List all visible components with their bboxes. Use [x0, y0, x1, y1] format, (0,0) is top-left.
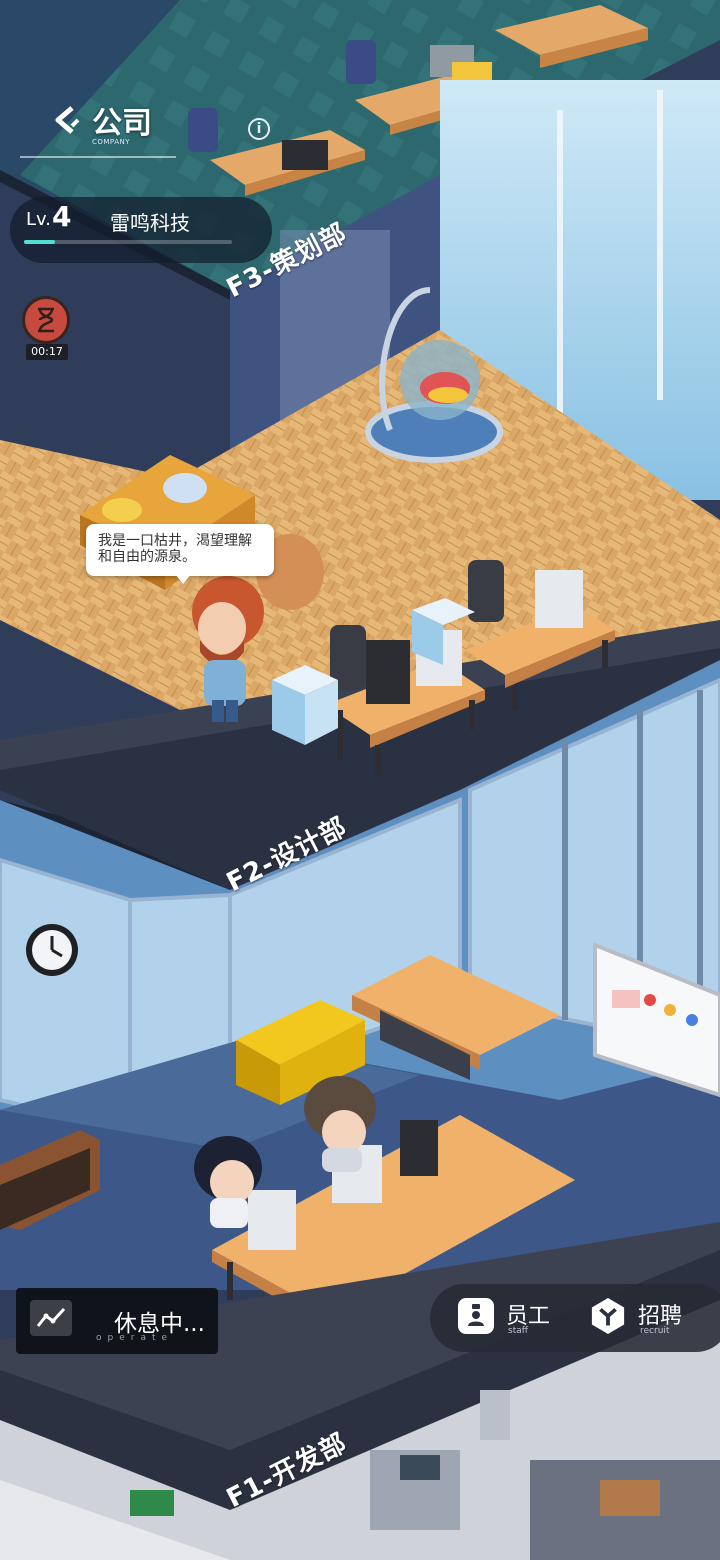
info-icon[interactable]: i: [248, 118, 270, 140]
xp-progress-fill: [24, 240, 56, 244]
operate-status-button[interactable]: 休息中... operate: [16, 1288, 218, 1354]
recruit-sub-label: recruit: [640, 1326, 670, 1336]
hourglass-glyph: [38, 307, 54, 333]
speech-bubble-tail: [175, 574, 191, 584]
staff-sub-label: staff: [508, 1326, 528, 1336]
speech-bubble: 我是一口枯井，渴望理解和自由的源泉。: [86, 524, 274, 576]
back-arrow-icon: [55, 106, 80, 134]
trend-chart-icon: [30, 1300, 72, 1336]
title-underline: [20, 156, 176, 158]
recruit-button[interactable]: 招聘 recruit: [588, 1296, 698, 1342]
company-name: 雷鸣科技: [110, 211, 190, 235]
staff-glyph: [468, 1304, 484, 1326]
back-button[interactable]: [48, 100, 88, 140]
page-title: 公司: [92, 106, 152, 141]
page-title-sub: COMPANY: [92, 138, 131, 146]
staff-button[interactable]: 员工 staff: [456, 1296, 566, 1342]
trend-glyph: [36, 1307, 66, 1327]
level-number: 4: [52, 200, 72, 233]
countdown-timer: 00:17: [26, 344, 68, 360]
recruit-icon: [590, 1298, 626, 1334]
xp-progress-bar: [24, 240, 232, 244]
hourglass-icon[interactable]: [22, 296, 70, 344]
wall-clock: [26, 924, 78, 976]
staff-badge-icon: [458, 1298, 494, 1334]
level-prefix: Lv.: [26, 209, 52, 230]
recruit-glyph: [591, 1298, 625, 1334]
operate-sub-label: operate: [96, 1333, 174, 1343]
